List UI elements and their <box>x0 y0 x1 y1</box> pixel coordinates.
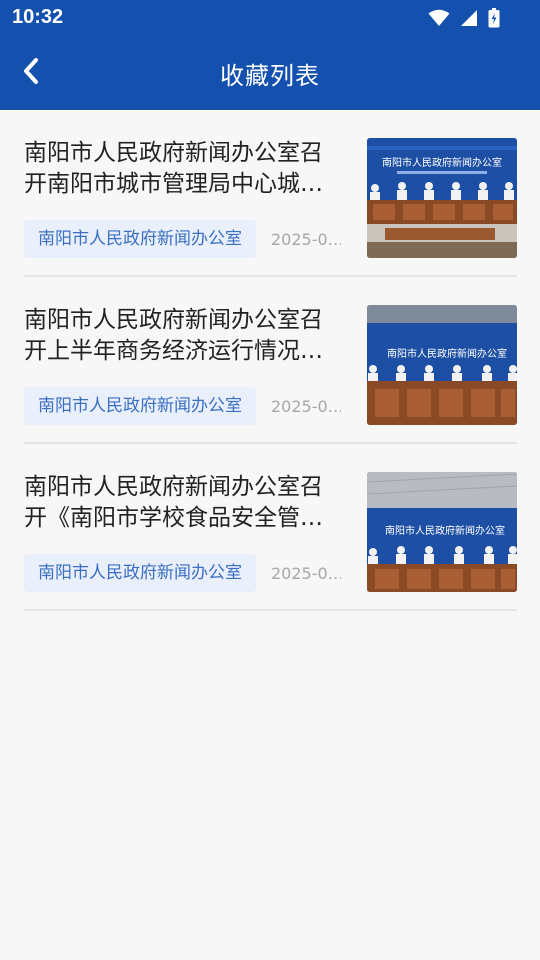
article-meta: 南阳市人民政府新闻办公室 2025-0… <box>24 220 354 258</box>
nav-bar: 收藏列表 <box>0 36 540 110</box>
favorites-screen: 10:32 收藏列表 南阳市人民政府新闻办公室召开南阳市城市管理局中心城… 南阳… <box>0 0 540 960</box>
article-date: 2025-0… <box>271 396 341 416</box>
article-thumbnail: 南阳市人民政府新闻办公室 <box>367 305 517 425</box>
article-title: 南阳市人民政府新闻办公室召开上半年商务经济运行情况… <box>24 307 323 364</box>
status-bar: 10:32 <box>0 0 540 36</box>
thumbnail-banner-text: 南阳市人民政府新闻办公室 <box>382 156 502 169</box>
article-thumbnail: 南阳市人民政府新闻办公室 <box>367 472 517 592</box>
source-tag: 南阳市人民政府新闻办公室 <box>24 220 256 258</box>
signal-icon <box>460 9 478 27</box>
article-meta: 南阳市人民政府新闻办公室 2025-0… <box>24 387 354 425</box>
status-icons <box>428 8 500 28</box>
thumbnail-banner-text: 南阳市人民政府新闻办公室 <box>385 524 505 537</box>
article-meta: 南阳市人民政府新闻办公室 2025-0… <box>24 554 354 592</box>
article-date: 2025-0… <box>271 229 341 249</box>
article-title: 南阳市人民政府新闻办公室召开《南阳市学校食品安全管… <box>24 474 323 531</box>
thumbnail-banner-text: 南阳市人民政府新闻办公室 <box>387 347 507 360</box>
wifi-icon <box>428 9 450 27</box>
article-thumbnail: 南阳市人民政府新闻办公室 <box>367 138 517 258</box>
source-tag: 南阳市人民政府新闻办公室 <box>24 554 256 592</box>
battery-charging-icon <box>488 8 500 28</box>
favorite-item[interactable]: 南阳市人民政府新闻办公室召开上半年商务经济运行情况… 南阳市人民政府新闻办公室 … <box>24 277 517 444</box>
status-time: 10:32 <box>12 6 64 28</box>
favorite-item[interactable]: 南阳市人民政府新闻办公室召开南阳市城市管理局中心城… 南阳市人民政府新闻办公室 … <box>24 110 517 277</box>
app-header: 10:32 收藏列表 <box>0 0 540 110</box>
source-tag: 南阳市人民政府新闻办公室 <box>24 387 256 425</box>
favorite-item[interactable]: 南阳市人民政府新闻办公室召开《南阳市学校食品安全管… 南阳市人民政府新闻办公室 … <box>24 444 517 611</box>
article-title: 南阳市人民政府新闻办公室召开南阳市城市管理局中心城… <box>24 140 323 197</box>
favorites-list: 南阳市人民政府新闻办公室召开南阳市城市管理局中心城… 南阳市人民政府新闻办公室 … <box>24 110 517 611</box>
page-title: 收藏列表 <box>220 62 320 90</box>
article-date: 2025-0… <box>271 563 341 583</box>
